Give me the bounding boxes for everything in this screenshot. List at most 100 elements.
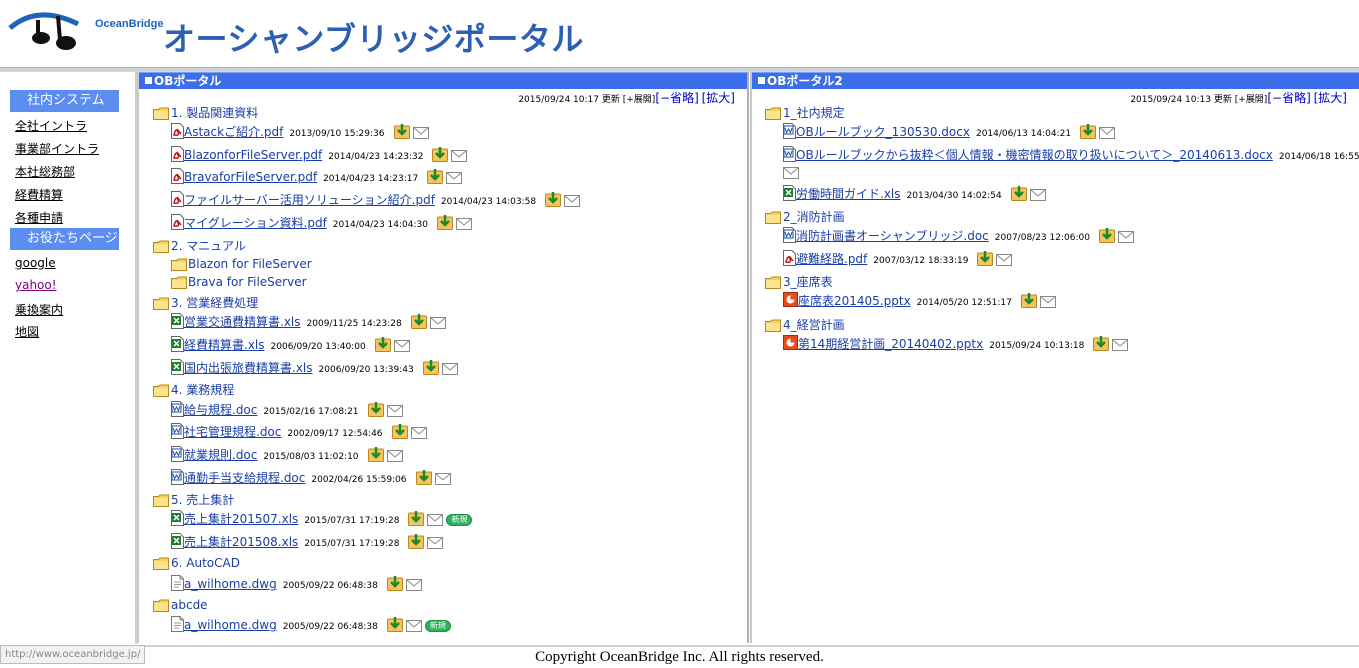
file-link[interactable]: OBルールブックから抜粋＜個人情報・機密情報の取り扱いについて＞_2014061… [796, 148, 1273, 162]
download-icon[interactable] [422, 359, 439, 378]
sidebar-group-title: お役たちページ [10, 228, 119, 250]
folder-item[interactable]: 4. 業務規程 [153, 381, 234, 397]
download-icon[interactable] [545, 191, 562, 210]
mail-icon[interactable] [451, 150, 468, 165]
download-icon[interactable] [1020, 292, 1037, 311]
file-link[interactable]: a_wilhome.dwg [184, 577, 277, 591]
file-link[interactable]: BlazonforFileServer.pdf [184, 148, 322, 162]
mail-icon[interactable] [564, 195, 581, 210]
download-icon[interactable] [977, 250, 994, 269]
folder-item[interactable]: 3_座席表 [765, 273, 833, 289]
file-link[interactable]: 売上集計201508.xls [184, 535, 298, 549]
folder-item[interactable]: abcde [153, 598, 208, 614]
mail-icon[interactable] [405, 579, 422, 594]
file-link[interactable]: マイグレーション資料.pdf [184, 216, 327, 230]
enlarge-button[interactable]: [拡大] [1314, 91, 1347, 105]
file-link[interactable]: a_wilhome.dwg [184, 618, 277, 632]
expand-button[interactable]: [+展開] [623, 95, 656, 105]
download-icon[interactable] [408, 510, 425, 529]
download-icon[interactable] [386, 616, 403, 635]
download-icon[interactable] [386, 575, 403, 594]
download-icon[interactable] [1098, 227, 1115, 246]
enlarge-button[interactable]: [拡大] [702, 91, 735, 105]
download-icon[interactable] [367, 401, 384, 420]
mail-icon[interactable] [427, 514, 444, 529]
mail-icon[interactable] [996, 254, 1013, 269]
mail-icon[interactable] [427, 537, 444, 552]
file-link[interactable]: 座席表201405.pptx [798, 294, 911, 308]
mail-icon[interactable] [386, 450, 403, 465]
sidebar-link-all-intranet[interactable]: 全社イントラ [15, 117, 87, 134]
folder-item[interactable]: 3. 営業経費処理 [153, 294, 258, 310]
mail-icon[interactable] [1039, 296, 1056, 311]
collapse-button[interactable]: [−省略] [655, 91, 698, 105]
file-link[interactable]: 国内出張旅費精算書.xls [184, 361, 313, 375]
file-link[interactable]: 避難経路.pdf [796, 252, 867, 266]
folder-item[interactable]: 5. 売上集計 [153, 491, 234, 507]
download-icon[interactable] [391, 423, 408, 442]
download-icon[interactable] [427, 168, 444, 187]
download-icon[interactable] [367, 446, 384, 465]
file-link[interactable]: ファイルサーバー活用ソリューション紹介.pdf [184, 193, 435, 207]
download-icon[interactable] [432, 146, 449, 165]
sidebar-link-map[interactable]: 地図 [15, 323, 39, 340]
mail-icon[interactable] [393, 340, 410, 355]
file-link[interactable]: 経費精算書.xls [184, 338, 265, 352]
file-link[interactable]: 第14期経営計画_20140402.pptx [798, 337, 983, 351]
expand-button[interactable]: [+展開] [1235, 95, 1268, 105]
folder-item[interactable]: 4_経営計画 [765, 316, 845, 332]
file-link[interactable]: 営業交通費精算書.xls [184, 315, 301, 329]
mail-icon[interactable] [434, 473, 451, 488]
mail-icon[interactable] [405, 620, 422, 635]
mail-icon[interactable] [1099, 127, 1116, 142]
mail-icon[interactable] [429, 317, 446, 332]
folder-item[interactable]: 1. 製品関連資料 [153, 104, 258, 120]
sidebar-link-applications[interactable]: 各種申請 [15, 209, 63, 226]
download-icon[interactable] [408, 533, 425, 552]
mail-icon[interactable] [455, 218, 472, 233]
panel-title: OBポータル [154, 74, 222, 88]
mail-icon[interactable] [446, 172, 463, 187]
download-icon[interactable] [1093, 335, 1110, 354]
download-icon[interactable] [393, 123, 410, 142]
file-link[interactable]: BravaforFileServer.pdf [184, 170, 317, 184]
collapse-button[interactable]: [−省略] [1267, 91, 1310, 105]
sidebar-link-transit[interactable]: 乗換案内 [15, 301, 63, 318]
file-link[interactable]: 就業規則.doc [184, 448, 257, 462]
sidebar-link-expense[interactable]: 経費精算 [15, 186, 63, 203]
file-link[interactable]: 労働時間ガイド.xls [796, 187, 901, 201]
folder-item[interactable]: 1_社内規定 [765, 104, 845, 120]
mail-icon[interactable] [1112, 339, 1129, 354]
sidebar-link-division-intranet[interactable]: 事業部イントラ [15, 140, 99, 157]
mail-icon[interactable] [1029, 189, 1046, 204]
sidebar-link-google[interactable]: google [15, 256, 56, 270]
download-icon[interactable] [374, 336, 391, 355]
sidebar-link-general-affairs[interactable]: 本社総務部 [15, 163, 75, 180]
folder-item[interactable]: 6. AutoCAD [153, 556, 240, 572]
mail-icon[interactable] [412, 127, 429, 142]
mail-icon[interactable] [1117, 231, 1134, 246]
folder-item[interactable]: 2_消防計画 [765, 208, 845, 224]
mail-icon[interactable] [410, 427, 427, 442]
mail-icon[interactable] [441, 363, 458, 378]
file-link[interactable]: 消防計画書オーシャンブリッジ.doc [796, 229, 989, 243]
file-link[interactable]: Astackご紹介.pdf [184, 125, 283, 139]
download-icon[interactable] [1010, 185, 1027, 204]
download-icon[interactable] [415, 469, 432, 488]
pdf-file-icon [171, 123, 184, 142]
word-file-icon [171, 446, 184, 465]
file-link[interactable]: 給与規程.doc [184, 403, 257, 417]
download-icon[interactable] [1080, 123, 1097, 142]
mail-icon[interactable] [386, 405, 403, 420]
sidebar-link-yahoo[interactable]: yahoo! [15, 278, 57, 292]
folder-item[interactable]: 2. マニュアル [153, 237, 246, 253]
file-link[interactable]: 売上集計201507.xls [184, 512, 298, 526]
download-icon[interactable] [436, 214, 453, 233]
file-link[interactable]: 社宅管理規程.doc [184, 425, 281, 439]
download-icon[interactable] [410, 313, 427, 332]
file-link[interactable]: 通勤手当支給規程.doc [184, 471, 305, 485]
mail-icon[interactable] [783, 167, 799, 182]
subfolder-item[interactable]: Blazon for FileServer [171, 257, 312, 273]
file-link[interactable]: OBルールブック_130530.docx [796, 125, 970, 139]
subfolder-item[interactable]: Brava for FileServer [171, 275, 307, 291]
